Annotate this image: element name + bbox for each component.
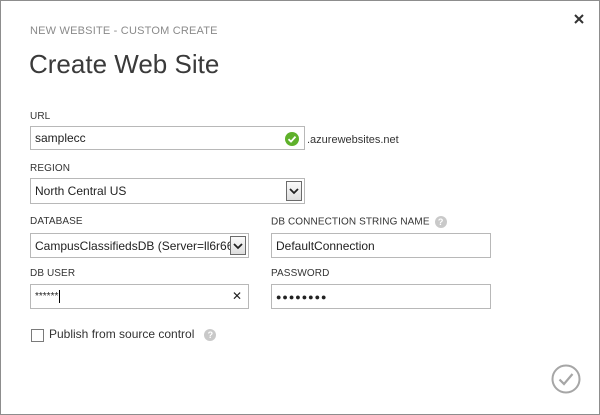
publish-checkbox-label[interactable]: Publish from source control [49,327,194,341]
close-icon[interactable] [571,11,587,27]
region-select[interactable]: North Central US [30,178,305,204]
db-user-value: ****** [35,291,59,302]
url-label: URL [30,111,51,122]
database-label: DATABASE [30,216,83,227]
database-select-value: CampusClassifiedsDB (Server=ll6r66k [35,238,231,253]
dialog-subtitle: NEW WEBSITE - CUSTOM CREATE [30,25,218,37]
password-label: PASSWORD [271,268,330,279]
help-icon[interactable]: ? [204,328,217,341]
db-connection-string-input[interactable]: DefaultConnection [271,233,491,258]
dialog-title: Create Web Site [29,49,220,79]
url-input[interactable]: samplecc [30,126,305,150]
region-label: REGION [30,163,71,174]
chevron-down-icon [233,242,243,249]
db-connection-string-label-text: DB CONNECTION STRING NAME [271,216,430,228]
create-web-site-dialog: NEW WEBSITE - CUSTOM CREATE Create Web S… [0,0,600,415]
password-input[interactable]: ●●●●●●●● [271,284,491,309]
clear-icon[interactable]: ✕ [232,289,242,303]
region-select-value: North Central US [35,184,127,198]
publish-checkbox-label-row: Publish from source control? [49,327,217,341]
db-user-label: DB USER [30,268,76,279]
region-dropdown-button[interactable] [286,181,302,201]
confirm-check-icon[interactable] [551,364,581,394]
url-domain-suffix: .azurewebsites.net [307,134,399,146]
check-circle-icon [285,132,299,146]
db-user-input[interactable]: ****** ✕ [30,284,249,309]
publish-checkbox[interactable] [31,329,44,342]
database-dropdown-button[interactable] [230,236,246,255]
db-connection-string-label: DB CONNECTION STRING NAME? [271,216,447,228]
text-caret [59,290,61,303]
db-connection-string-value: DefaultConnection [276,238,375,253]
chevron-down-icon [289,188,299,195]
help-icon[interactable]: ? [434,216,447,228]
url-input-value: samplecc [35,131,86,145]
database-select[interactable]: CampusClassifiedsDB (Server=ll6r66k [30,233,249,258]
password-value: ●●●●●●●● [276,291,328,302]
